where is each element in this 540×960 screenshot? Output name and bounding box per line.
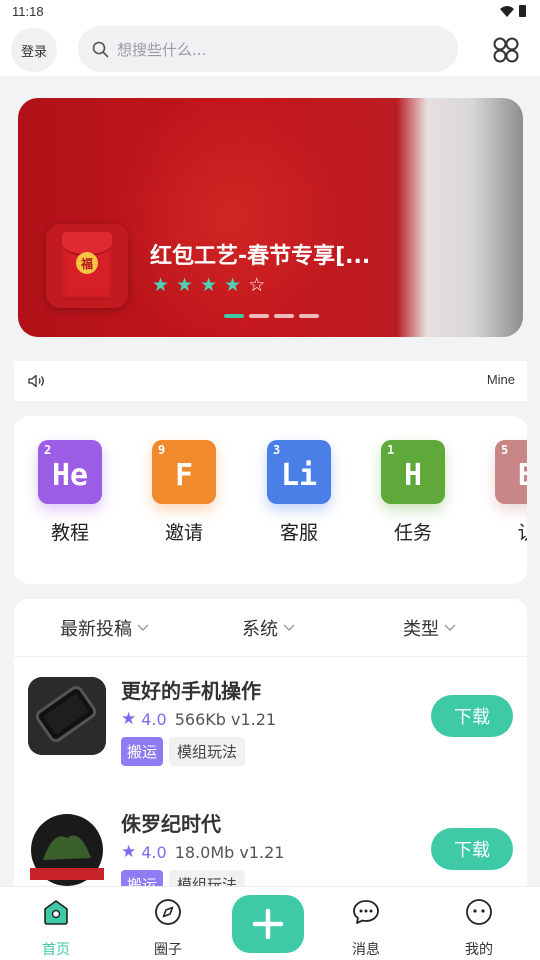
category-tutorial[interactable]: 2 He 教程 bbox=[30, 440, 110, 545]
submission-list: 最新投稿 系统 类型 更好的手机操作 ★ 4.0 566Kb v1.21 搬运 … bbox=[14, 599, 527, 899]
home-icon bbox=[44, 900, 68, 925]
chevron-down-icon bbox=[444, 624, 456, 631]
filter-label: 系统 bbox=[242, 619, 278, 640]
star-filled-icon: ★ bbox=[200, 274, 218, 296]
speaker-icon bbox=[28, 374, 44, 388]
verify-icon: 5B bbox=[495, 440, 527, 504]
tab-circle[interactable]: 圈子 bbox=[138, 897, 198, 959]
red-envelope-icon: 福 bbox=[62, 232, 112, 300]
filter-type[interactable]: 类型 bbox=[403, 615, 456, 641]
star-icon: ★ bbox=[121, 842, 137, 862]
tab-label: 圈子 bbox=[154, 942, 182, 958]
item-size: 18.0Mb bbox=[174, 842, 235, 862]
item-version: v1.21 bbox=[230, 709, 277, 729]
tab-label: 我的 bbox=[465, 942, 493, 958]
filter-latest[interactable]: 最新投稿 bbox=[60, 615, 149, 641]
banner-background-glow bbox=[98, 98, 358, 337]
category-label: 任务 bbox=[393, 522, 432, 544]
envelope-seal: 福 bbox=[76, 252, 98, 274]
bottom-tab-bar: 首页 圈子 消息 我的 bbox=[0, 886, 540, 960]
download-button[interactable]: 下载 bbox=[431, 828, 513, 870]
tab-label: 消息 bbox=[352, 942, 380, 958]
star-empty-icon: ☆ bbox=[248, 274, 266, 296]
create-post-button[interactable] bbox=[232, 895, 304, 953]
filter-label: 类型 bbox=[403, 619, 439, 640]
tag-category: 模组玩法 bbox=[169, 737, 246, 766]
status-bar: 11:18 bbox=[0, 0, 540, 24]
banner-title: 红包工艺-春节专享[... bbox=[150, 244, 371, 269]
banner-page-dot[interactable] bbox=[224, 314, 244, 318]
category-invite[interactable]: 9F 邀请 bbox=[144, 440, 224, 545]
compass-icon bbox=[155, 899, 181, 925]
item-thumbnail bbox=[28, 810, 106, 888]
status-time: 11:18 bbox=[12, 4, 44, 19]
banner-app-icon: 福 bbox=[46, 224, 128, 308]
star-icon: ★ bbox=[121, 709, 137, 729]
face-icon bbox=[466, 899, 492, 925]
item-rating: 4.0 bbox=[141, 842, 167, 862]
chevron-down-icon bbox=[283, 624, 295, 631]
item-tags: 搬运 模组玩法 bbox=[121, 737, 246, 766]
banner-rating-stars: ★ ★ ★ ★ ☆ bbox=[152, 274, 265, 296]
chat-icon bbox=[353, 900, 379, 924]
item-rating: 4.0 bbox=[141, 709, 167, 729]
tab-label: 首页 bbox=[42, 942, 70, 958]
search-placeholder: 想搜些什么... bbox=[117, 40, 207, 59]
banner-page-dot[interactable] bbox=[299, 314, 319, 318]
tab-home[interactable]: 首页 bbox=[26, 897, 86, 959]
item-version: v1.21 bbox=[239, 842, 285, 862]
filter-bar: 最新投稿 系统 类型 bbox=[14, 599, 527, 657]
category-shortcuts: 2He 教程 9F 邀请 3Li 客服 1H 任务 5B 认 bbox=[14, 416, 527, 584]
item-meta: ★ 4.0 566Kb v1.21 bbox=[121, 709, 276, 729]
tab-profile[interactable]: 我的 bbox=[449, 897, 509, 959]
item-meta: ★ 4.0 18.0Mb v1.21 bbox=[121, 842, 284, 862]
search-icon bbox=[92, 41, 109, 57]
star-filled-icon: ★ bbox=[152, 274, 170, 296]
banner-page-dot[interactable] bbox=[249, 314, 269, 318]
star-filled-icon: ★ bbox=[176, 274, 194, 296]
battery-icon bbox=[519, 5, 526, 17]
featured-banner[interactable]: 福 红包工艺-春节专享[... ★ ★ ★ ★ ☆ bbox=[18, 98, 523, 337]
category-label: 认 bbox=[517, 522, 527, 544]
announcement-text: Mine bbox=[486, 372, 515, 387]
category-label: 客服 bbox=[279, 522, 318, 544]
list-item[interactable]: 更好的手机操作 ★ 4.0 566Kb v1.21 搬运 模组玩法 下载 bbox=[14, 677, 527, 777]
category-support[interactable]: 3 Li 客服 bbox=[259, 440, 339, 545]
support-icon: 3 Li bbox=[267, 440, 331, 504]
tasks-icon: 1H bbox=[381, 440, 445, 504]
category-tasks[interactable]: 1H 任务 bbox=[373, 440, 453, 545]
star-filled-icon: ★ bbox=[224, 274, 242, 296]
category-label: 教程 bbox=[50, 522, 89, 544]
banner-page-indicator bbox=[224, 314, 319, 318]
banner-page-dot[interactable] bbox=[274, 314, 294, 318]
tab-messages[interactable]: 消息 bbox=[336, 897, 396, 959]
search-bar[interactable]: 想搜些什么... bbox=[78, 26, 458, 72]
download-button[interactable]: 下载 bbox=[431, 695, 513, 737]
category-label: 邀请 bbox=[164, 522, 203, 544]
tag-source: 搬运 bbox=[121, 737, 164, 766]
top-header: 登录 想搜些什么... bbox=[0, 24, 540, 76]
invite-icon: 9F bbox=[152, 440, 216, 504]
tutorial-icon: 2 He bbox=[38, 440, 102, 504]
apps-grid-icon[interactable] bbox=[492, 36, 520, 64]
item-size: 566Kb bbox=[174, 709, 226, 729]
filter-system[interactable]: 系统 bbox=[242, 615, 295, 641]
announcement-bar[interactable]: Mine bbox=[14, 361, 527, 401]
item-thumbnail bbox=[28, 677, 106, 755]
plus-icon bbox=[252, 908, 284, 940]
filter-label: 最新投稿 bbox=[60, 619, 132, 640]
item-name: 侏罗纪时代 bbox=[121, 812, 221, 836]
category-verify[interactable]: 5B 认 bbox=[487, 440, 527, 545]
login-button[interactable]: 登录 bbox=[11, 28, 57, 72]
chevron-down-icon bbox=[137, 624, 149, 631]
item-name: 更好的手机操作 bbox=[121, 679, 261, 703]
wifi-icon bbox=[500, 6, 514, 17]
